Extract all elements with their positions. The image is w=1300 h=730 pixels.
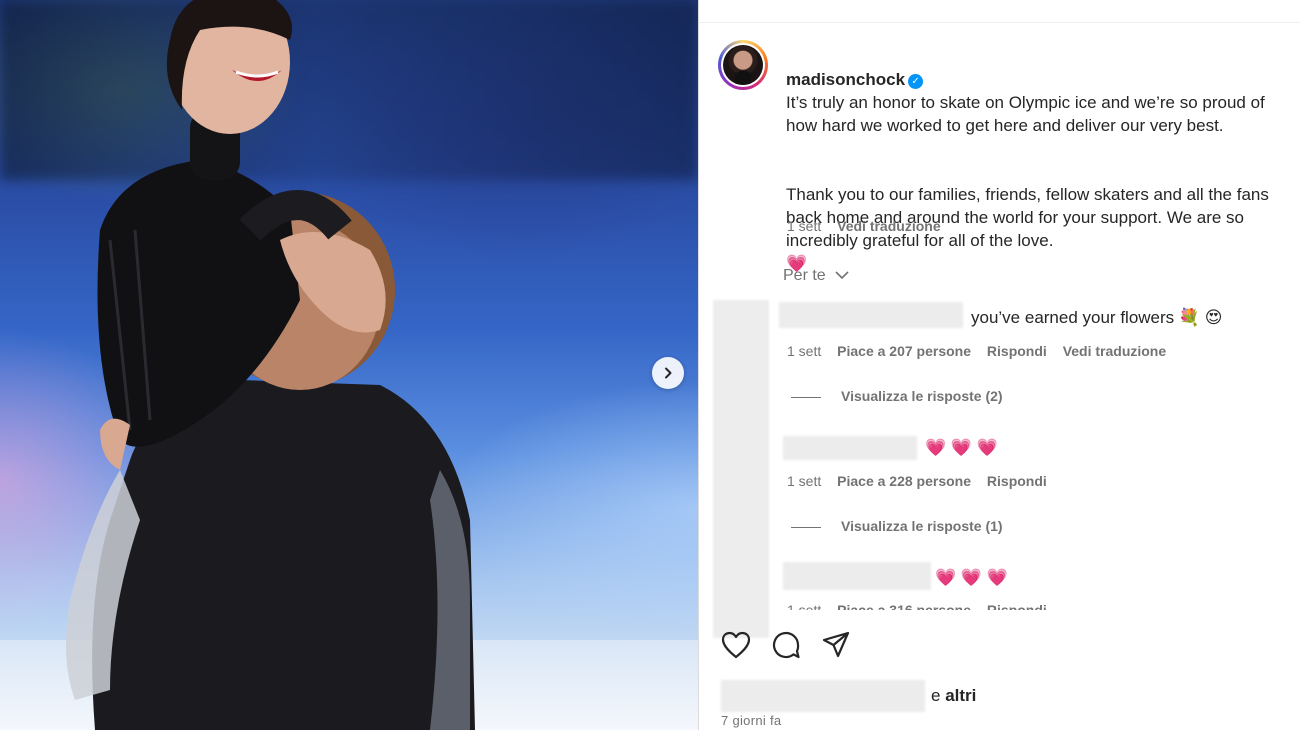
comment-likes[interactable]: Piace a 228 persone xyxy=(837,473,971,489)
panel-header-divider xyxy=(699,22,1300,23)
comment-emoji: 💐 😍 xyxy=(1178,308,1223,327)
comment-meta: 1 sett Piace a 207 persone Rispondi Vedi… xyxy=(787,343,1178,359)
comment-filter-dropdown[interactable]: Per te xyxy=(783,267,850,285)
next-slide-button[interactable] xyxy=(652,357,684,389)
post-media[interactable] xyxy=(0,0,698,730)
likes-others[interactable]: altri xyxy=(945,686,976,705)
paper-plane-icon xyxy=(822,631,850,658)
comment-meta: 1 sett Piace a 228 persone Rispondi xyxy=(787,473,1059,489)
comment-filter-label: Per te xyxy=(783,267,826,284)
blurred-username[interactable] xyxy=(783,436,917,460)
blurred-username[interactable] xyxy=(779,302,963,328)
likes-summary[interactable]: e altri xyxy=(721,680,976,712)
comment-translate-link[interactable]: Vedi traduzione xyxy=(1063,343,1166,359)
heart-outline-icon xyxy=(721,631,751,659)
avatar-photo xyxy=(723,45,763,85)
post-date: 7 giorni fa xyxy=(721,713,782,728)
likes-prefix: e xyxy=(931,686,941,705)
comment-time: 1 sett xyxy=(787,343,822,359)
comment-likes[interactable]: Piace a 316 persone xyxy=(837,602,971,610)
comment-likes[interactable]: Piace a 207 persone xyxy=(837,343,971,359)
chevron-down-icon xyxy=(835,271,849,280)
share-button[interactable] xyxy=(819,628,853,662)
blurred-liker-names xyxy=(721,680,925,712)
comment-time: 1 sett xyxy=(787,473,822,489)
post-actions xyxy=(719,628,853,664)
comment-button[interactable] xyxy=(769,628,803,662)
comments-list[interactable]: you’ve earned your flowers 💐 😍 1 sett Pi… xyxy=(699,298,1300,610)
skaters-photo xyxy=(66,0,476,730)
comment-emoji: 💗 💗 💗 xyxy=(935,568,1008,587)
post-caption: madisonchock ✓ It’s truly an honor to ska… xyxy=(786,45,1298,275)
comment-emoji: 💗 💗 💗 xyxy=(925,438,998,457)
reply-button[interactable]: Rispondi xyxy=(987,343,1047,359)
post-username[interactable]: madisonchock xyxy=(786,70,905,89)
comment-text: you’ve earned your flowers xyxy=(971,308,1175,327)
reply-button[interactable]: Rispondi xyxy=(987,602,1047,610)
caption-text-1: It’s truly an honor to skate on Olympic … xyxy=(786,93,1265,135)
verified-badge-icon: ✓ xyxy=(908,74,924,89)
view-replies-button[interactable]: Visualizza le risposte (1) xyxy=(791,518,1003,534)
like-button[interactable] xyxy=(719,628,753,662)
caption-meta: 1 sett Vedi traduzione xyxy=(787,218,953,234)
view-replies-button[interactable]: Visualizza le risposte (2) xyxy=(791,388,1003,404)
comment-meta: 1 sett Piace a 316 persone Rispondi xyxy=(787,602,1059,610)
post-details-panel: madisonchock ✓ It’s truly an honor to ska… xyxy=(698,0,1300,730)
chevron-right-icon xyxy=(665,367,672,379)
avatar[interactable] xyxy=(718,40,768,90)
comment-bubble-icon xyxy=(772,631,800,659)
reply-button[interactable]: Rispondi xyxy=(987,473,1047,489)
comment-time: 1 sett xyxy=(787,602,822,610)
blurred-username[interactable] xyxy=(783,562,931,590)
caption-translate-link[interactable]: Vedi traduzione xyxy=(837,218,940,234)
caption-time: 1 sett xyxy=(787,218,822,234)
